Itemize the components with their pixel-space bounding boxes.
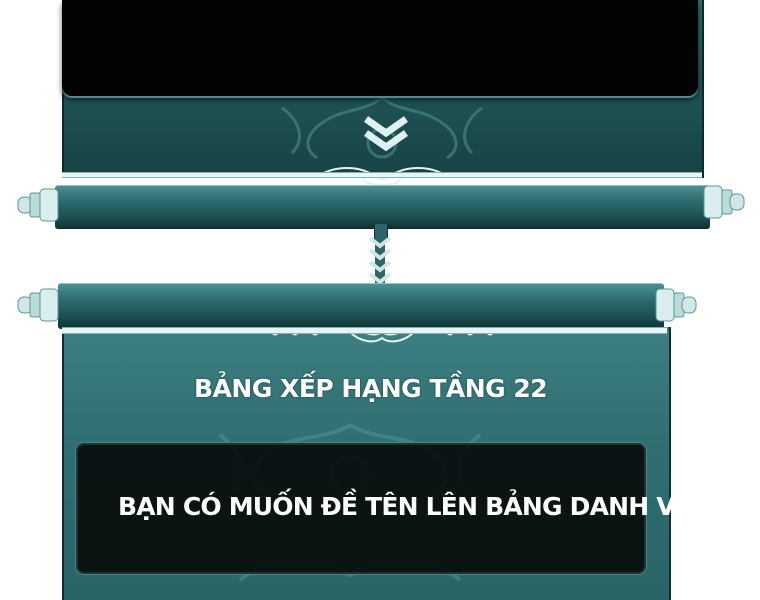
ranking-board-title: BẢNG XẾP HẠNG TẦNG 22 — [194, 374, 548, 403]
top-scroll-rod — [55, 185, 710, 229]
triple-chevron-down-icon — [368, 230, 392, 284]
bottom-rod-left-cap — [17, 288, 59, 322]
bottom-rod-right-cap — [655, 288, 697, 322]
double-chevron-down-icon[interactable] — [362, 113, 410, 153]
bottom-rail — [62, 327, 667, 334]
top-rail — [62, 172, 702, 178]
bottom-rail-ornament-icon — [260, 328, 505, 343]
top-rod-right-cap — [703, 185, 745, 219]
hall-of-fame-question: BẠN CÓ MUỐN ĐỀ TÊN LÊN BẢNG DANH VỌNG? — [118, 492, 750, 521]
top-black-screen — [62, 0, 698, 96]
top-rod-left-cap — [17, 188, 59, 222]
